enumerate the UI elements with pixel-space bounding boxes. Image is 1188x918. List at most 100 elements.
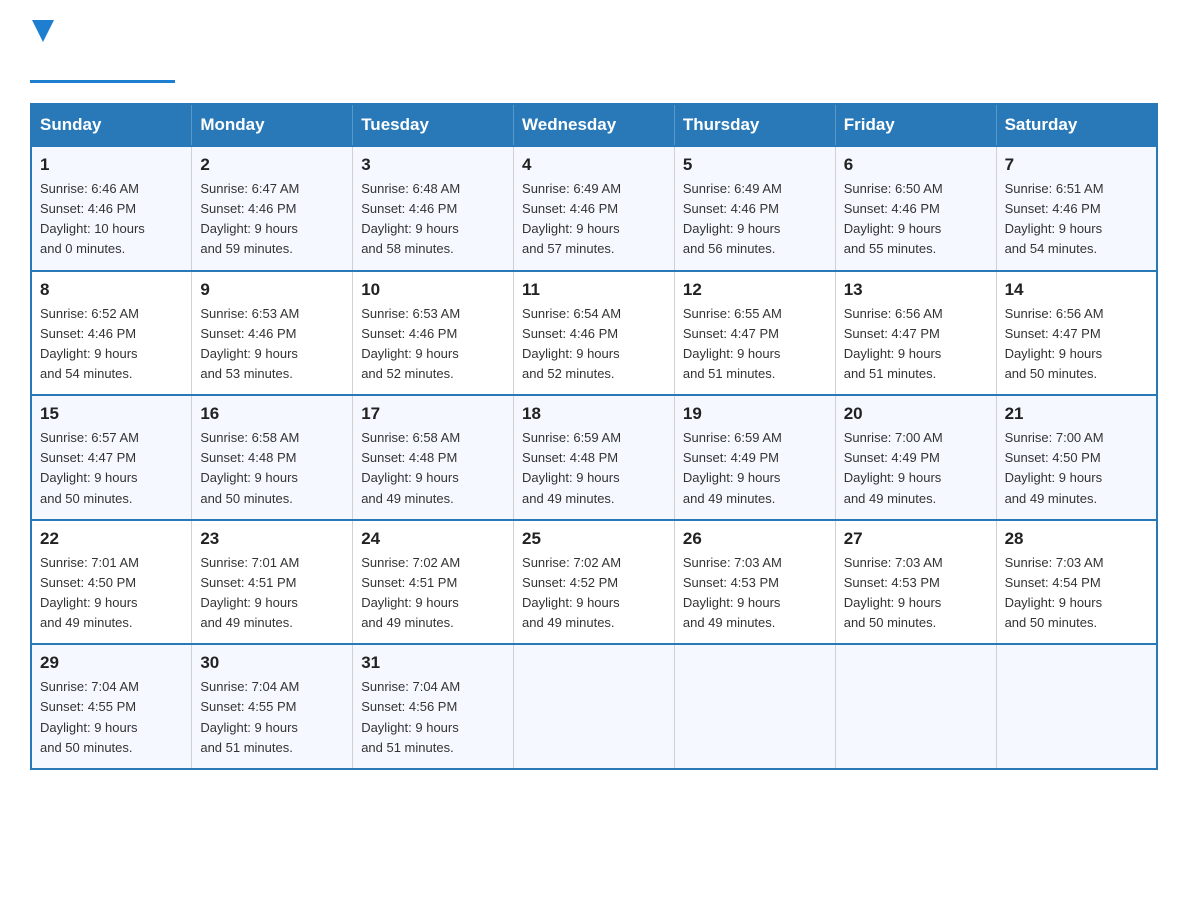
day-info: Sunrise: 7:00 AM Sunset: 4:50 PM Dayligh… [1005,428,1148,509]
day-number: 11 [522,280,666,300]
header-wednesday: Wednesday [514,104,675,146]
calendar-cell: 30 Sunrise: 7:04 AM Sunset: 4:55 PM Dayl… [192,644,353,769]
day-number: 5 [683,155,827,175]
day-info: Sunrise: 7:03 AM Sunset: 4:53 PM Dayligh… [683,553,827,634]
calendar-cell: 21 Sunrise: 7:00 AM Sunset: 4:50 PM Dayl… [996,395,1157,520]
calendar-cell: 7 Sunrise: 6:51 AM Sunset: 4:46 PM Dayli… [996,146,1157,271]
day-number: 16 [200,404,344,424]
day-number: 28 [1005,529,1148,549]
day-info: Sunrise: 7:04 AM Sunset: 4:56 PM Dayligh… [361,677,505,758]
calendar-week-row: 8 Sunrise: 6:52 AM Sunset: 4:46 PM Dayli… [31,271,1157,396]
header-tuesday: Tuesday [353,104,514,146]
calendar-table: SundayMondayTuesdayWednesdayThursdayFrid… [30,103,1158,770]
day-info: Sunrise: 6:48 AM Sunset: 4:46 PM Dayligh… [361,179,505,260]
day-info: Sunrise: 6:55 AM Sunset: 4:47 PM Dayligh… [683,304,827,385]
calendar-cell: 8 Sunrise: 6:52 AM Sunset: 4:46 PM Dayli… [31,271,192,396]
day-info: Sunrise: 7:01 AM Sunset: 4:51 PM Dayligh… [200,553,344,634]
day-number: 12 [683,280,827,300]
day-info: Sunrise: 7:03 AM Sunset: 4:53 PM Dayligh… [844,553,988,634]
calendar-cell: 23 Sunrise: 7:01 AM Sunset: 4:51 PM Dayl… [192,520,353,645]
day-number: 26 [683,529,827,549]
day-number: 4 [522,155,666,175]
day-info: Sunrise: 6:57 AM Sunset: 4:47 PM Dayligh… [40,428,183,509]
calendar-cell: 10 Sunrise: 6:53 AM Sunset: 4:46 PM Dayl… [353,271,514,396]
calendar-cell: 27 Sunrise: 7:03 AM Sunset: 4:53 PM Dayl… [835,520,996,645]
calendar-cell: 12 Sunrise: 6:55 AM Sunset: 4:47 PM Dayl… [674,271,835,396]
calendar-week-row: 15 Sunrise: 6:57 AM Sunset: 4:47 PM Dayl… [31,395,1157,520]
day-info: Sunrise: 6:56 AM Sunset: 4:47 PM Dayligh… [844,304,988,385]
day-info: Sunrise: 6:49 AM Sunset: 4:46 PM Dayligh… [522,179,666,260]
day-number: 30 [200,653,344,673]
calendar-cell: 28 Sunrise: 7:03 AM Sunset: 4:54 PM Dayl… [996,520,1157,645]
day-info: Sunrise: 7:04 AM Sunset: 4:55 PM Dayligh… [40,677,183,758]
calendar-cell: 3 Sunrise: 6:48 AM Sunset: 4:46 PM Dayli… [353,146,514,271]
day-info: Sunrise: 6:46 AMSunset: 4:46 PMDaylight:… [40,179,183,260]
day-number: 15 [40,404,183,424]
day-number: 20 [844,404,988,424]
day-info: Sunrise: 6:59 AM Sunset: 4:48 PM Dayligh… [522,428,666,509]
header-friday: Friday [835,104,996,146]
calendar-cell: 11 Sunrise: 6:54 AM Sunset: 4:46 PM Dayl… [514,271,675,396]
day-info: Sunrise: 6:50 AM Sunset: 4:46 PM Dayligh… [844,179,988,260]
day-info: Sunrise: 7:02 AM Sunset: 4:51 PM Dayligh… [361,553,505,634]
day-info: Sunrise: 6:53 AM Sunset: 4:46 PM Dayligh… [361,304,505,385]
header-thursday: Thursday [674,104,835,146]
day-info: Sunrise: 7:03 AM Sunset: 4:54 PM Dayligh… [1005,553,1148,634]
day-info: Sunrise: 7:01 AM Sunset: 4:50 PM Dayligh… [40,553,183,634]
day-info: Sunrise: 7:04 AM Sunset: 4:55 PM Dayligh… [200,677,344,758]
calendar-cell: 24 Sunrise: 7:02 AM Sunset: 4:51 PM Dayl… [353,520,514,645]
day-number: 10 [361,280,505,300]
calendar-week-row: 1 Sunrise: 6:46 AMSunset: 4:46 PMDayligh… [31,146,1157,271]
header-monday: Monday [192,104,353,146]
header-saturday: Saturday [996,104,1157,146]
day-number: 8 [40,280,183,300]
calendar-cell: 31 Sunrise: 7:04 AM Sunset: 4:56 PM Dayl… [353,644,514,769]
calendar-cell [835,644,996,769]
calendar-cell: 4 Sunrise: 6:49 AM Sunset: 4:46 PM Dayli… [514,146,675,271]
logo-arrow-icon [32,20,54,42]
day-number: 1 [40,155,183,175]
day-number: 9 [200,280,344,300]
day-number: 6 [844,155,988,175]
day-info: Sunrise: 7:02 AM Sunset: 4:52 PM Dayligh… [522,553,666,634]
day-info: Sunrise: 6:58 AM Sunset: 4:48 PM Dayligh… [200,428,344,509]
calendar-cell: 19 Sunrise: 6:59 AM Sunset: 4:49 PM Dayl… [674,395,835,520]
day-info: Sunrise: 6:53 AM Sunset: 4:46 PM Dayligh… [200,304,344,385]
day-info: Sunrise: 6:52 AM Sunset: 4:46 PM Dayligh… [40,304,183,385]
calendar-cell: 13 Sunrise: 6:56 AM Sunset: 4:47 PM Dayl… [835,271,996,396]
day-number: 21 [1005,404,1148,424]
day-info: Sunrise: 7:00 AM Sunset: 4:49 PM Dayligh… [844,428,988,509]
day-info: Sunrise: 6:59 AM Sunset: 4:49 PM Dayligh… [683,428,827,509]
day-number: 18 [522,404,666,424]
day-info: Sunrise: 6:54 AM Sunset: 4:46 PM Dayligh… [522,304,666,385]
calendar-cell: 9 Sunrise: 6:53 AM Sunset: 4:46 PM Dayli… [192,271,353,396]
calendar-cell: 1 Sunrise: 6:46 AMSunset: 4:46 PMDayligh… [31,146,192,271]
calendar-cell: 6 Sunrise: 6:50 AM Sunset: 4:46 PM Dayli… [835,146,996,271]
calendar-cell [514,644,675,769]
day-number: 19 [683,404,827,424]
calendar-cell: 15 Sunrise: 6:57 AM Sunset: 4:47 PM Dayl… [31,395,192,520]
day-number: 27 [844,529,988,549]
day-info: Sunrise: 6:49 AM Sunset: 4:46 PM Dayligh… [683,179,827,260]
calendar-cell: 2 Sunrise: 6:47 AM Sunset: 4:46 PM Dayli… [192,146,353,271]
day-number: 13 [844,280,988,300]
day-number: 2 [200,155,344,175]
calendar-header-row: SundayMondayTuesdayWednesdayThursdayFrid… [31,104,1157,146]
day-info: Sunrise: 6:51 AM Sunset: 4:46 PM Dayligh… [1005,179,1148,260]
day-info: Sunrise: 6:47 AM Sunset: 4:46 PM Dayligh… [200,179,344,260]
calendar-cell: 16 Sunrise: 6:58 AM Sunset: 4:48 PM Dayl… [192,395,353,520]
header-sunday: Sunday [31,104,192,146]
day-info: Sunrise: 6:56 AM Sunset: 4:47 PM Dayligh… [1005,304,1148,385]
calendar-cell: 25 Sunrise: 7:02 AM Sunset: 4:52 PM Dayl… [514,520,675,645]
calendar-week-row: 29 Sunrise: 7:04 AM Sunset: 4:55 PM Dayl… [31,644,1157,769]
calendar-cell: 29 Sunrise: 7:04 AM Sunset: 4:55 PM Dayl… [31,644,192,769]
calendar-cell: 20 Sunrise: 7:00 AM Sunset: 4:49 PM Dayl… [835,395,996,520]
day-number: 7 [1005,155,1148,175]
calendar-cell: 18 Sunrise: 6:59 AM Sunset: 4:48 PM Dayl… [514,395,675,520]
day-info: Sunrise: 6:58 AM Sunset: 4:48 PM Dayligh… [361,428,505,509]
page-header [30,20,1158,83]
day-number: 29 [40,653,183,673]
calendar-cell [674,644,835,769]
day-number: 3 [361,155,505,175]
day-number: 31 [361,653,505,673]
